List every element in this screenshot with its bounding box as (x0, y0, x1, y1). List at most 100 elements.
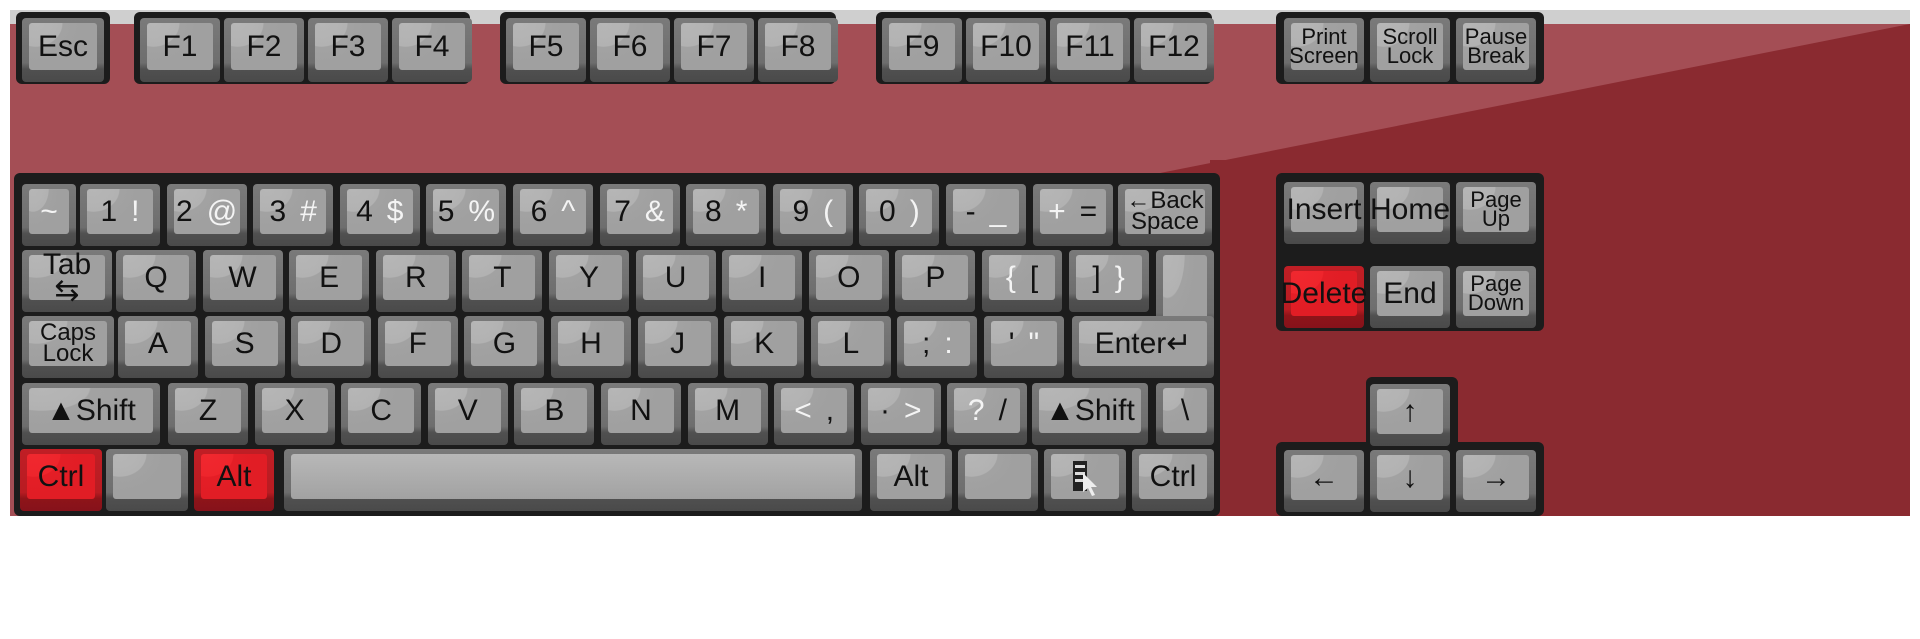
key-blank[interactable]: ;: (897, 316, 978, 378)
key-ctrl[interactable]: Ctrl (20, 449, 102, 511)
key-f6[interactable]: F6 (590, 18, 670, 82)
key-blank[interactable]: · > (860, 383, 941, 445)
key-f9[interactable]: F9 (882, 18, 962, 82)
key-f3[interactable]: F3 (308, 18, 388, 82)
key-9[interactable]: 9( (772, 184, 853, 246)
key-h[interactable]: H (551, 316, 631, 378)
key-f[interactable]: F (377, 316, 458, 378)
key-blank[interactable]: ? / (947, 383, 1028, 445)
key-n[interactable]: N (601, 383, 681, 445)
key-f7[interactable]: F7 (674, 18, 754, 82)
key-menu-icon[interactable] (1044, 449, 1126, 511)
key-delete[interactable]: Delete (1281, 266, 1367, 328)
key-insert[interactable]: Insert (1284, 182, 1364, 244)
key-b[interactable]: B (514, 383, 595, 445)
key-home[interactable]: Home (1370, 182, 1450, 244)
key-d[interactable]: D (291, 316, 372, 378)
main-legend: = (1079, 194, 1098, 228)
key-spacebar[interactable] (284, 449, 862, 511)
key-q[interactable]: Q (116, 250, 196, 312)
key-i[interactable]: I (722, 250, 803, 312)
key-page-up[interactable]: Page Up (1456, 182, 1536, 244)
key-e[interactable]: E (289, 250, 370, 312)
key-f12[interactable]: F12 (1134, 18, 1214, 82)
key-o[interactable]: O (808, 250, 889, 312)
key-j[interactable]: J (637, 316, 718, 378)
key-8[interactable]: 8 * (686, 184, 767, 246)
key-5[interactable]: 5% (426, 184, 507, 246)
key-blank[interactable]: <, (774, 383, 855, 445)
key-label: D (298, 321, 364, 366)
key-y[interactable]: Y (549, 250, 629, 312)
key-f2[interactable]: F2 (224, 18, 304, 82)
key-v[interactable]: V (427, 383, 508, 445)
key-arrow-left-icon[interactable]: ← (1284, 450, 1364, 512)
key-c[interactable]: C (341, 383, 422, 445)
key-label: 1! (87, 189, 153, 234)
key-esc[interactable]: Esc (22, 18, 104, 82)
key-enter[interactable]: Enter↵ (1072, 316, 1214, 378)
key-w[interactable]: W (202, 250, 283, 312)
key-z[interactable]: Z (168, 383, 248, 445)
key-label: Caps Lock (29, 321, 107, 366)
key-label: N (608, 388, 674, 433)
key-f4[interactable]: F4 (392, 18, 472, 82)
key-blank[interactable]: + = (1032, 184, 1113, 246)
key-blank[interactable] (958, 449, 1038, 511)
key-blank[interactable]: \ (1156, 383, 1214, 445)
key-page-down[interactable]: Page Down (1456, 266, 1536, 328)
key-scroll-lock[interactable]: Scroll Lock (1370, 18, 1450, 82)
key-label: F (385, 321, 451, 366)
key-label: ↑ (1377, 389, 1443, 434)
key-0[interactable]: 0) (859, 184, 940, 246)
key-ctrl[interactable]: Ctrl (1132, 449, 1214, 511)
key-label: 7 & (607, 189, 673, 234)
key-blank[interactable] (106, 449, 188, 511)
key-back-space[interactable]: ←Back Space (1118, 184, 1212, 246)
key-f1[interactable]: F1 (140, 18, 220, 82)
key-arrow-right-icon[interactable]: → (1456, 450, 1536, 512)
key-label: - _ (953, 189, 1019, 234)
key-f8[interactable]: F8 (758, 18, 838, 82)
key-g[interactable]: G (464, 316, 545, 378)
key-alt[interactable]: Alt (194, 449, 274, 511)
key-caps-lock[interactable]: Caps Lock (22, 316, 114, 378)
key-pause-break[interactable]: Pause Break (1456, 18, 1536, 82)
key-3[interactable]: 3 # (253, 184, 334, 246)
key-f11[interactable]: F11 (1050, 18, 1130, 82)
key-m[interactable]: M (687, 383, 768, 445)
key-4[interactable]: 4 $ (339, 184, 420, 246)
key-shift[interactable]: ▲Shift (22, 383, 160, 445)
key-t[interactable]: T (462, 250, 543, 312)
key-tab[interactable]: Tab ⇆ (22, 250, 112, 312)
key-alt[interactable]: Alt (870, 449, 952, 511)
key-label: F2 (231, 23, 297, 70)
key-1[interactable]: 1! (80, 184, 160, 246)
key-print-screen[interactable]: Print Screen (1284, 18, 1364, 82)
key-arrow-down-icon[interactable]: ↓ (1370, 450, 1450, 512)
key-blank[interactable]: ~ (22, 184, 76, 246)
key-6[interactable]: 6 ^ (513, 184, 593, 246)
key-7[interactable]: 7 & (599, 184, 680, 246)
key-blank[interactable]: ]} (1068, 250, 1149, 312)
key-end[interactable]: End (1370, 266, 1450, 328)
key-r[interactable]: R (375, 250, 456, 312)
key-f5[interactable]: F5 (506, 18, 586, 82)
key-x[interactable]: X (254, 383, 335, 445)
key-u[interactable]: U (635, 250, 716, 312)
key-label: F12 (1141, 23, 1207, 70)
key-k[interactable]: K (724, 316, 805, 378)
key-f10[interactable]: F10 (966, 18, 1046, 82)
key-a[interactable]: A (118, 316, 198, 378)
key-label: P (902, 255, 968, 300)
key-shift[interactable]: ▲Shift (1032, 383, 1148, 445)
key-blank[interactable]: ' " (984, 316, 1064, 378)
key-s[interactable]: S (204, 316, 285, 378)
shift-legend: " (1028, 326, 1040, 360)
key-l[interactable]: L (810, 316, 891, 378)
key-blank[interactable]: {[ (982, 250, 1062, 312)
key-arrow-up-icon[interactable]: ↑ (1370, 384, 1450, 446)
key-p[interactable]: P (895, 250, 976, 312)
key-2[interactable]: 2 @ (166, 184, 247, 246)
key-blank[interactable]: - _ (946, 184, 1026, 246)
